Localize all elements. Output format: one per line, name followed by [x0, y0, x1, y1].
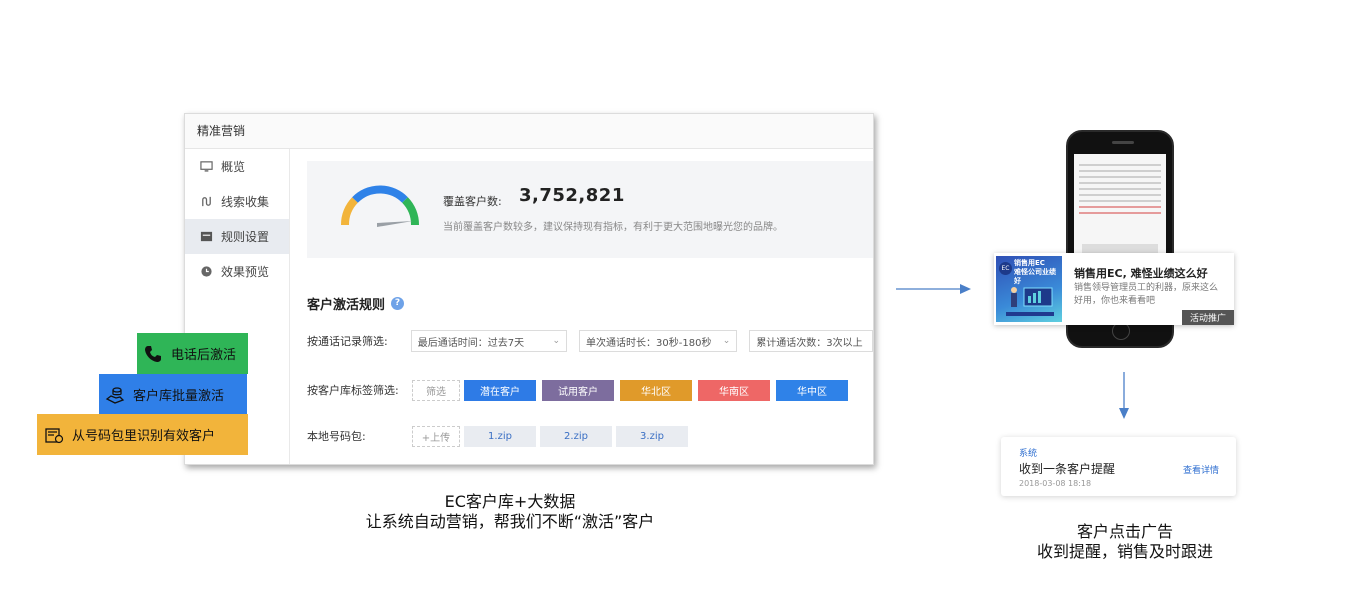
tag-central-china[interactable]: 华中区 [776, 379, 848, 401]
sidebar-item-leads[interactable]: 线索收集 [185, 184, 289, 219]
tag-potential-customer[interactable]: 潜在客户 [464, 379, 536, 401]
sidebar-item-preview[interactable]: 效果预览 [185, 254, 289, 289]
office-illustration-icon [1006, 287, 1054, 316]
ec-logo: EC [999, 262, 1012, 275]
screen-text-line [1079, 212, 1161, 214]
app-title: 精准营销 [185, 114, 873, 149]
notification-source: 系统 [1019, 449, 1038, 459]
select-value: 累计通话次数：3次以上 [756, 337, 863, 349]
select-value: 单次通话时长：30秒-180秒 [586, 337, 712, 349]
callout-call-activation: 电话后激活 [137, 333, 248, 374]
call-duration-select[interactable]: 单次通话时长：30秒-180秒 ⌄ [579, 330, 738, 352]
marketing-app-window: 精准营销 概览 线索收集 规则设置 效果预览 覆盖客户数: 3,752,821 … [184, 113, 874, 465]
tag-south-china[interactable]: 华南区 [698, 379, 770, 401]
tag-filter-row: 按客户库标签筛选: 筛选 潜在客户 试用客户 华北区 华南区 华中区 [307, 379, 873, 401]
screen-text-line [1079, 206, 1161, 208]
sidebar-item-label: 规则设置 [221, 230, 270, 244]
file-chip[interactable]: 3.zip [616, 425, 688, 447]
ad-description: 销售领导管理员工的利器，原来这么好用，你也来看看吧 [1074, 283, 1219, 306]
clock-icon [199, 265, 213, 279]
local-pack-label: 本地号码包: [307, 430, 366, 443]
callout-batch-activation: 客户库批量激活 [99, 374, 247, 415]
tag-north-china[interactable]: 华北区 [620, 379, 692, 401]
calendar-icon [199, 230, 213, 244]
screen-text-line [1079, 194, 1161, 196]
screen-text-line [1079, 200, 1161, 202]
callout-label: 电话后激活 [171, 348, 237, 363]
coverage-gauge [341, 185, 419, 227]
screen-text-line [1079, 188, 1161, 190]
caption-line: 客户点击广告 [1076, 522, 1173, 541]
funnel-icon [199, 195, 213, 209]
right-caption: 客户点击广告 收到提醒，销售及时跟进 [990, 522, 1260, 562]
left-caption: EC客户库+大数据 让系统自动营销，帮我们不断“激活”客户 [320, 492, 700, 532]
caption-line: EC客户库+大数据 [444, 492, 576, 511]
arrow-right-icon [896, 284, 971, 294]
sidebar-item-label: 线索收集 [221, 195, 270, 209]
main-content: 覆盖客户数: 3,752,821 当前覆盖客户数较多，建议保持现有指标，有利于更… [291, 149, 873, 464]
sidebar-item-label: 效果预览 [221, 265, 270, 279]
filter-button[interactable]: 筛选 [412, 379, 460, 401]
chevron-down-icon: ⌄ [552, 336, 561, 346]
local-pack-row: 本地号码包: +上传 1.zip 2.zip 3.zip [307, 425, 873, 447]
sidebar-item-rules[interactable]: 规则设置 [185, 219, 289, 254]
callout-label: 从号码包里识别有效客户 [72, 429, 216, 444]
file-chip[interactable]: 2.zip [540, 425, 612, 447]
select-value: 最后通话时间：过去7天 [417, 337, 525, 349]
phone-icon [145, 345, 161, 362]
caption-line: 让系统自动营销，帮我们不断“激活”客户 [365, 512, 655, 531]
screen-text-line [1079, 182, 1161, 184]
call-filter-row: 按通话记录筛选: 最后通话时间：过去7天 ⌄ 单次通话时长：30秒-180秒 ⌄… [307, 330, 873, 352]
screen-text-line [1079, 164, 1161, 166]
sidebar-item-overview[interactable]: 概览 [185, 149, 289, 184]
file-chip[interactable]: 1.zip [464, 425, 536, 447]
last-call-time-select[interactable]: 最后通话时间：过去7天 ⌄ [410, 330, 568, 352]
screen-text-line [1079, 176, 1161, 178]
ad-card[interactable]: EC 销售用EC 难怪公司业绩好 销售用EC, 难怪业绩这么好 销售领导管理员工… [994, 253, 1234, 325]
callout-number-pack: 从号码包里识别有效客户 [37, 414, 248, 455]
upload-button[interactable]: +上传 [412, 425, 460, 447]
notification-time: 2018-03-08 18:18 [1019, 479, 1092, 488]
call-count-select[interactable]: 累计通话次数：3次以上 [749, 330, 873, 352]
view-details-link[interactable]: 查看详情 [1183, 463, 1219, 476]
sidebar-item-label: 概览 [221, 160, 246, 174]
coverage-value: 3,752,821 [519, 185, 625, 206]
ad-badge: 活动推广 [1182, 310, 1234, 325]
notification-message: 收到一条客户提醒 [1019, 462, 1116, 476]
package-icon [45, 427, 64, 443]
rules-section-title: 客户激活规则 ? [307, 294, 873, 313]
ad-title: 销售用EC, 难怪业绩这么好 [1074, 267, 1208, 280]
screen-text-line [1079, 170, 1161, 172]
hand-database-icon [105, 386, 125, 404]
ad-thumbnail: EC 销售用EC 难怪公司业绩好 [996, 256, 1062, 322]
coverage-card: 覆盖客户数: 3,752,821 当前覆盖客户数较多，建议保持现有指标，有利于更… [307, 161, 873, 258]
phone-speaker [1112, 141, 1134, 144]
tag-filter-label: 按客户库标签筛选: [307, 384, 399, 397]
notification-card: 系统 收到一条客户提醒 2018-03-08 18:18 查看详情 [1001, 437, 1236, 496]
help-icon[interactable]: ? [391, 296, 405, 310]
callout-label: 客户库批量激活 [133, 389, 225, 404]
monitor-icon [199, 160, 213, 174]
arrow-down-icon [1119, 372, 1129, 419]
coverage-label: 覆盖客户数: [443, 195, 502, 208]
coverage-hint: 当前覆盖客户数较多，建议保持现有指标，有利于更大范围地曝光您的品牌。 [443, 222, 783, 233]
tag-trial-customer[interactable]: 试用客户 [542, 379, 614, 401]
call-filter-label: 按通话记录筛选: [307, 335, 388, 348]
rules-title-text: 客户激活规则 [307, 297, 386, 313]
caption-line: 收到提醒，销售及时跟进 [1036, 542, 1213, 561]
chevron-down-icon: ⌄ [722, 336, 731, 346]
